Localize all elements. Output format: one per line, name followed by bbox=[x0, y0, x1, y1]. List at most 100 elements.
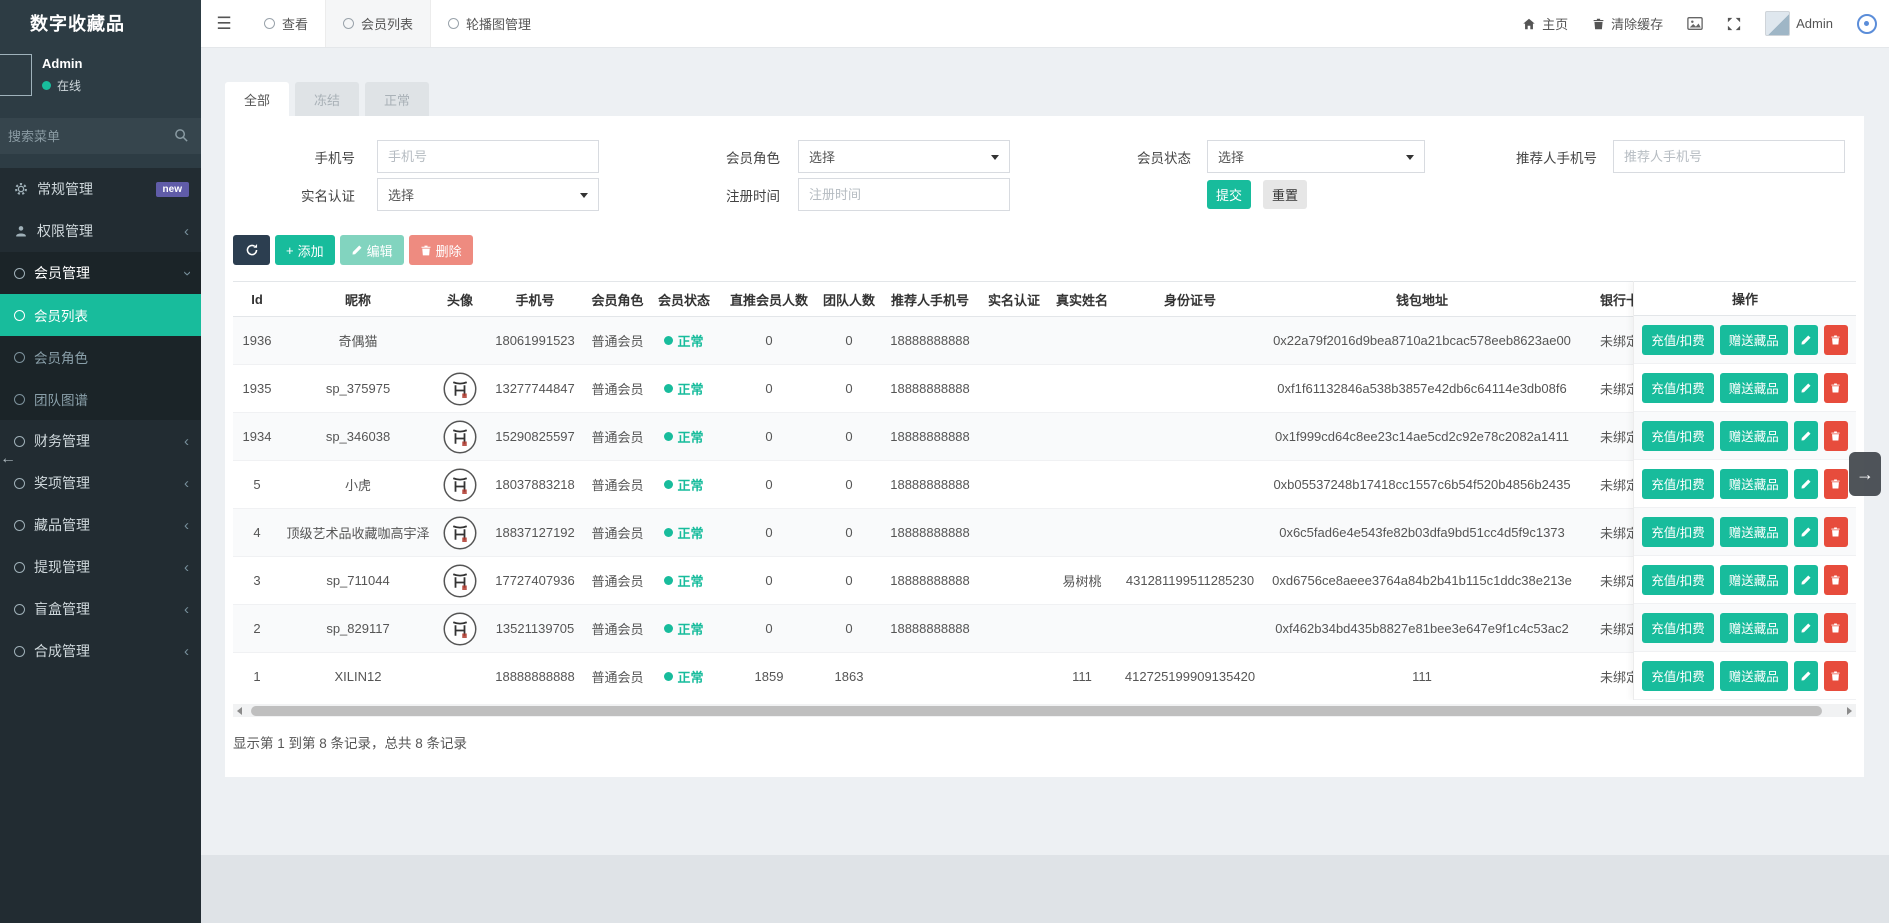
sidebar-item-奖项管理[interactable]: 奖项管理‹ bbox=[0, 462, 201, 504]
reg-time-input[interactable] bbox=[798, 178, 1010, 211]
recharge-button[interactable]: 充值/扣费 bbox=[1642, 469, 1713, 499]
scrollbar-thumb[interactable] bbox=[251, 706, 1822, 716]
row-edit-button[interactable] bbox=[1794, 421, 1818, 451]
cell-status: 正常 bbox=[650, 509, 718, 557]
row-edit-button[interactable] bbox=[1794, 661, 1818, 691]
cell-wallet: 0xf462b34bd435b8827e81bee3e647e9f1c4c53a… bbox=[1262, 605, 1582, 653]
add-button[interactable]: +添加 bbox=[275, 235, 335, 265]
sidebar-item-常规管理[interactable]: 常规管理new bbox=[0, 168, 201, 210]
cell-real-auth bbox=[982, 413, 1046, 461]
topnav-tab-label: 轮播图管理 bbox=[466, 14, 531, 33]
real-auth-select[interactable]: 选择 bbox=[377, 178, 599, 211]
edit-button[interactable]: 编辑 bbox=[340, 235, 404, 265]
reset-button[interactable]: 重置 bbox=[1263, 180, 1307, 209]
delete-button[interactable]: 删除 bbox=[409, 235, 473, 265]
topnav-tab-会员列表[interactable]: 会员列表 bbox=[325, 0, 431, 47]
table-row-id-1935[interactable]: 1935sp_37597513277744847普通会员正常0018888888… bbox=[233, 365, 1802, 413]
gift-collection-button[interactable]: 赠送藏品 bbox=[1720, 469, 1788, 499]
gift-collection-button[interactable]: 赠送藏品 bbox=[1720, 325, 1788, 355]
settings-button[interactable] bbox=[1857, 14, 1877, 34]
row-edit-button[interactable] bbox=[1794, 613, 1818, 643]
menu-toggle-icon[interactable]: ☰ bbox=[201, 0, 247, 47]
table-row-id-1934[interactable]: 1934sp_34603815290825597普通会员正常0018888888… bbox=[233, 413, 1802, 461]
screenshot-button[interactable] bbox=[1687, 16, 1703, 31]
operations-fixed-column: 操作 充值/扣费赠送藏品充值/扣费赠送藏品充值/扣费赠送藏品充值/扣费赠送藏品充… bbox=[1633, 281, 1856, 700]
row-delete-button[interactable] bbox=[1824, 373, 1848, 403]
sidebar-item-合成管理[interactable]: 合成管理‹ bbox=[0, 630, 201, 672]
table-row-id-5[interactable]: 5小虎18037883218普通会员正常00188888888880xb0553… bbox=[233, 461, 1802, 509]
collapse-sidebar-arrow[interactable]: ← bbox=[0, 450, 16, 468]
row-delete-button[interactable] bbox=[1824, 613, 1848, 643]
recharge-button[interactable]: 充值/扣费 bbox=[1642, 661, 1713, 691]
recharge-button[interactable]: 充值/扣费 bbox=[1642, 325, 1713, 355]
sidebar-item-盲盒管理[interactable]: 盲盒管理‹ bbox=[0, 588, 201, 630]
chevron-left-icon: ‹ bbox=[184, 224, 189, 239]
search-icon[interactable] bbox=[174, 128, 189, 143]
sidebar-item-会员角色[interactable]: 会员角色 bbox=[0, 336, 201, 378]
status-tab-正常[interactable]: 正常 bbox=[365, 82, 429, 116]
home-button[interactable]: 主页 bbox=[1522, 14, 1568, 33]
row-delete-button[interactable] bbox=[1824, 661, 1848, 691]
submit-button[interactable]: 提交 bbox=[1207, 180, 1251, 209]
sidebar-item-提现管理[interactable]: 提现管理‹ bbox=[0, 546, 201, 588]
recharge-button[interactable]: 充值/扣费 bbox=[1642, 613, 1713, 643]
row-delete-button[interactable] bbox=[1824, 325, 1848, 355]
sidebar-menu: 常规管理new权限管理‹会员管理‹会员列表会员角色团队图谱财务管理‹奖项管理‹藏… bbox=[0, 168, 201, 923]
gift-collection-button[interactable]: 赠送藏品 bbox=[1720, 661, 1788, 691]
trash-icon bbox=[1830, 382, 1841, 394]
recharge-button[interactable]: 充值/扣费 bbox=[1642, 373, 1713, 403]
gift-collection-button[interactable]: 赠送藏品 bbox=[1720, 373, 1788, 403]
gift-collection-button[interactable]: 赠送藏品 bbox=[1720, 517, 1788, 547]
sidebar-item-团队图谱[interactable]: 团队图谱 bbox=[0, 378, 201, 420]
user-icon bbox=[14, 224, 28, 238]
sidebar-item-会员列表[interactable]: 会员列表 bbox=[0, 294, 201, 336]
table-row-id-2[interactable]: 2sp_82911713521139705普通会员正常0018888888888… bbox=[233, 605, 1802, 653]
fullscreen-button[interactable] bbox=[1727, 17, 1741, 31]
cell-phone: 15290825597 bbox=[485, 413, 585, 461]
sidebar-item-会员管理[interactable]: 会员管理‹ bbox=[0, 252, 201, 294]
gift-collection-button[interactable]: 赠送藏品 bbox=[1720, 421, 1788, 451]
menu-search-input[interactable] bbox=[0, 118, 170, 154]
row-delete-button[interactable] bbox=[1824, 517, 1848, 547]
gift-collection-button[interactable]: 赠送藏品 bbox=[1720, 613, 1788, 643]
row-edit-button[interactable] bbox=[1794, 565, 1818, 595]
topnav-tab-轮播图管理[interactable]: 轮播图管理 bbox=[431, 0, 548, 47]
panel-toggle-arrow[interactable]: → bbox=[1849, 452, 1881, 496]
clear-cache-button[interactable]: 清除缓存 bbox=[1592, 14, 1663, 33]
row-edit-button[interactable] bbox=[1794, 325, 1818, 355]
sidebar-item-财务管理[interactable]: 财务管理‹ bbox=[0, 420, 201, 462]
user-menu[interactable]: Admin bbox=[1765, 11, 1833, 36]
role-select[interactable]: 选择 bbox=[798, 140, 1010, 173]
gift-collection-button[interactable]: 赠送藏品 bbox=[1720, 565, 1788, 595]
row-edit-button[interactable] bbox=[1794, 469, 1818, 499]
referrer-input[interactable] bbox=[1613, 140, 1845, 173]
brand-title: 数字收藏品 bbox=[0, 0, 201, 48]
cell-direct: 0 bbox=[718, 557, 820, 605]
row-delete-button[interactable] bbox=[1824, 469, 1848, 499]
phone-input[interactable] bbox=[377, 140, 599, 173]
row-edit-button[interactable] bbox=[1794, 373, 1818, 403]
member-status-select[interactable]: 选择 bbox=[1207, 140, 1425, 173]
sidebar-item-权限管理[interactable]: 权限管理‹ bbox=[0, 210, 201, 252]
recharge-button[interactable]: 充值/扣费 bbox=[1642, 421, 1713, 451]
user-panel: Admin 在线 bbox=[0, 48, 201, 110]
recharge-button[interactable]: 充值/扣费 bbox=[1642, 565, 1713, 595]
table-row-id-4[interactable]: 4顶级艺术品收藏咖高宇泽18837127192普通会员正常00188888888… bbox=[233, 509, 1802, 557]
column-header-昵称: 昵称 bbox=[281, 282, 435, 317]
status-tab-全部[interactable]: 全部 bbox=[225, 82, 289, 116]
table-row-id-1936[interactable]: 1936奇偶猫18061991523普通会员正常00188888888880x2… bbox=[233, 317, 1802, 365]
row-delete-button[interactable] bbox=[1824, 421, 1848, 451]
table-row-id-1[interactable]: 1XILIN1218888888888普通会员正常185918631114127… bbox=[233, 653, 1802, 701]
topnav-tab-查看[interactable]: 查看 bbox=[247, 0, 325, 47]
status-tab-冻结[interactable]: 冻结 bbox=[295, 82, 359, 116]
cell-id: 1935 bbox=[233, 365, 281, 413]
refresh-button[interactable] bbox=[233, 235, 270, 265]
cell-id-no bbox=[1118, 413, 1262, 461]
recharge-button[interactable]: 充值/扣费 bbox=[1642, 517, 1713, 547]
sidebar-item-藏品管理[interactable]: 藏品管理‹ bbox=[0, 504, 201, 546]
table-row-id-3[interactable]: 3sp_71104417727407936普通会员正常0018888888888… bbox=[233, 557, 1802, 605]
row-edit-button[interactable] bbox=[1794, 517, 1818, 547]
scroll-left-arrow[interactable] bbox=[237, 707, 242, 715]
row-delete-button[interactable] bbox=[1824, 565, 1848, 595]
scroll-right-arrow[interactable] bbox=[1847, 707, 1852, 715]
